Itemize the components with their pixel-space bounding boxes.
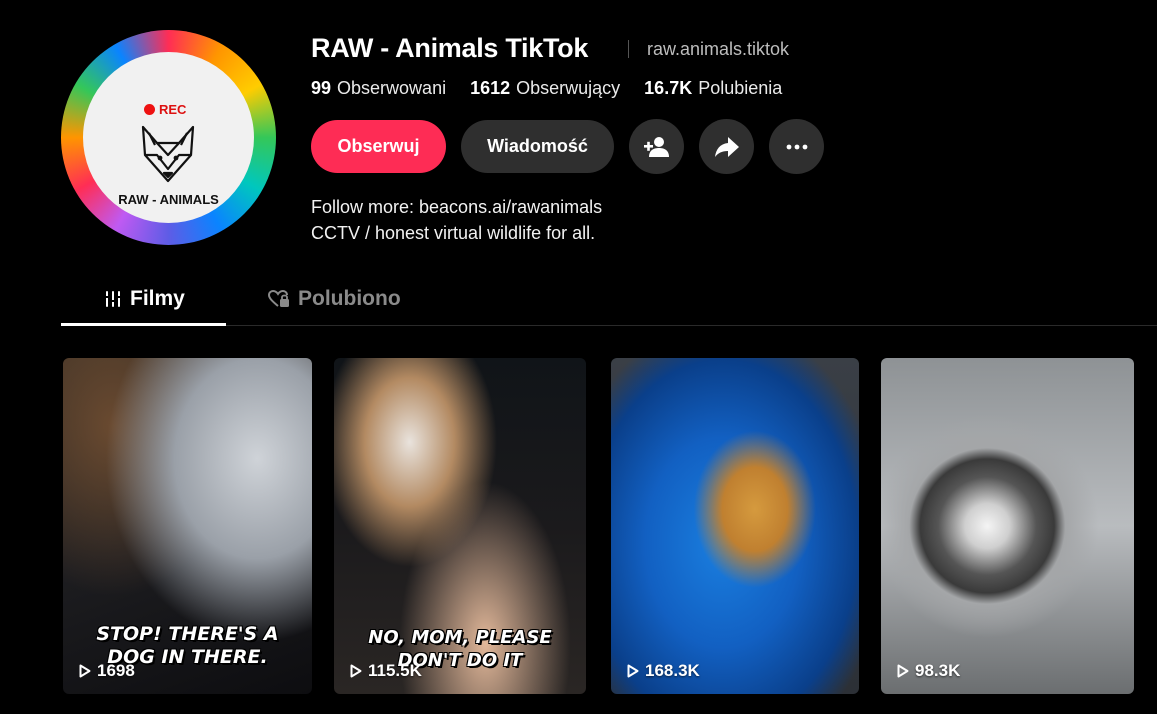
- stat-following-label: Obserwowani: [337, 78, 447, 98]
- more-button[interactable]: [769, 119, 824, 174]
- tab-videos-label: Filmy: [130, 287, 185, 310]
- fox-icon: [141, 125, 195, 183]
- video-card[interactable]: 168.3K: [611, 358, 859, 694]
- stat-likes-label: Polubienia: [698, 78, 783, 98]
- stat-followers[interactable]: 1612 Obserwujący: [470, 78, 620, 99]
- video-card[interactable]: STOP! THERE'S A DOG IN THERE. 1698: [63, 358, 312, 694]
- video-views: 1698: [79, 661, 135, 681]
- bio-link-line[interactable]: Follow more: beacons.ai/rawanimals: [311, 194, 602, 220]
- stat-likes: 16.7K Polubienia: [644, 78, 782, 99]
- rec-label: REC: [159, 102, 187, 117]
- video-view-count: 115.5K: [368, 661, 422, 680]
- stat-following-value: 99: [311, 78, 332, 98]
- bio-description: CCTV / honest virtual wildlife for all.: [311, 223, 596, 243]
- message-button[interactable]: Wiadomość: [461, 120, 614, 173]
- video-caption-line: STOP! THERE'S A: [96, 623, 279, 645]
- stat-following[interactable]: 99 Obserwowani: [311, 78, 446, 99]
- profile-display-name: RAW - Animals TikTok: [311, 33, 589, 63]
- tab-videos[interactable]: Filmy: [104, 287, 185, 311]
- tab-liked-label: Polubiono: [298, 287, 401, 310]
- heart-lock-icon: [268, 290, 289, 307]
- avatar-logo: REC RAW - ANIMALS: [83, 52, 254, 223]
- profile-stats: 99 Obserwowani 1612 Obserwujący 16.7K Polub…: [311, 78, 782, 99]
- profile-avatar: REC RAW - ANIMALS: [61, 30, 276, 245]
- add-user-icon: [643, 136, 669, 157]
- grid-icon: [105, 291, 121, 307]
- video-card[interactable]: NO, MOM, PLEASE DON'T DO IT 115.5K: [334, 358, 586, 694]
- stat-followers-value: 1612: [470, 78, 511, 98]
- video-view-count: 168.3K: [645, 661, 700, 680]
- tab-liked[interactable]: Polubiono: [268, 287, 401, 311]
- follow-button[interactable]: Obserwuj: [311, 120, 446, 173]
- stat-likes-value: 16.7K: [644, 78, 693, 98]
- share-icon: [714, 136, 739, 157]
- video-card[interactable]: 98.3K: [881, 358, 1134, 694]
- stat-followers-label: Obserwujący: [516, 78, 621, 98]
- rec-indicator: REC: [144, 102, 186, 117]
- play-icon: [79, 664, 91, 678]
- video-views: 168.3K: [627, 661, 700, 681]
- profile-handle: raw.animals.tiktok: [647, 39, 790, 59]
- video-views: 115.5K: [350, 661, 422, 681]
- name-separator: [628, 40, 629, 58]
- video-view-count: 98.3K: [915, 661, 961, 680]
- add-friend-button[interactable]: [629, 119, 684, 174]
- rec-dot-icon: [144, 104, 155, 115]
- play-icon: [897, 664, 909, 678]
- more-icon: [786, 144, 807, 149]
- play-icon: [350, 664, 362, 678]
- video-view-count: 1698: [97, 661, 135, 680]
- video-caption-line: NO, MOM, PLEASE: [368, 627, 552, 648]
- profile-bio: Follow more: beacons.ai/rawanimals CCTV …: [311, 194, 602, 246]
- video-views: 98.3K: [897, 661, 960, 681]
- avatar-brand-name: RAW - ANIMALS: [118, 192, 219, 207]
- active-tab-indicator: [61, 323, 226, 326]
- share-button[interactable]: [699, 119, 754, 174]
- play-icon: [627, 664, 639, 678]
